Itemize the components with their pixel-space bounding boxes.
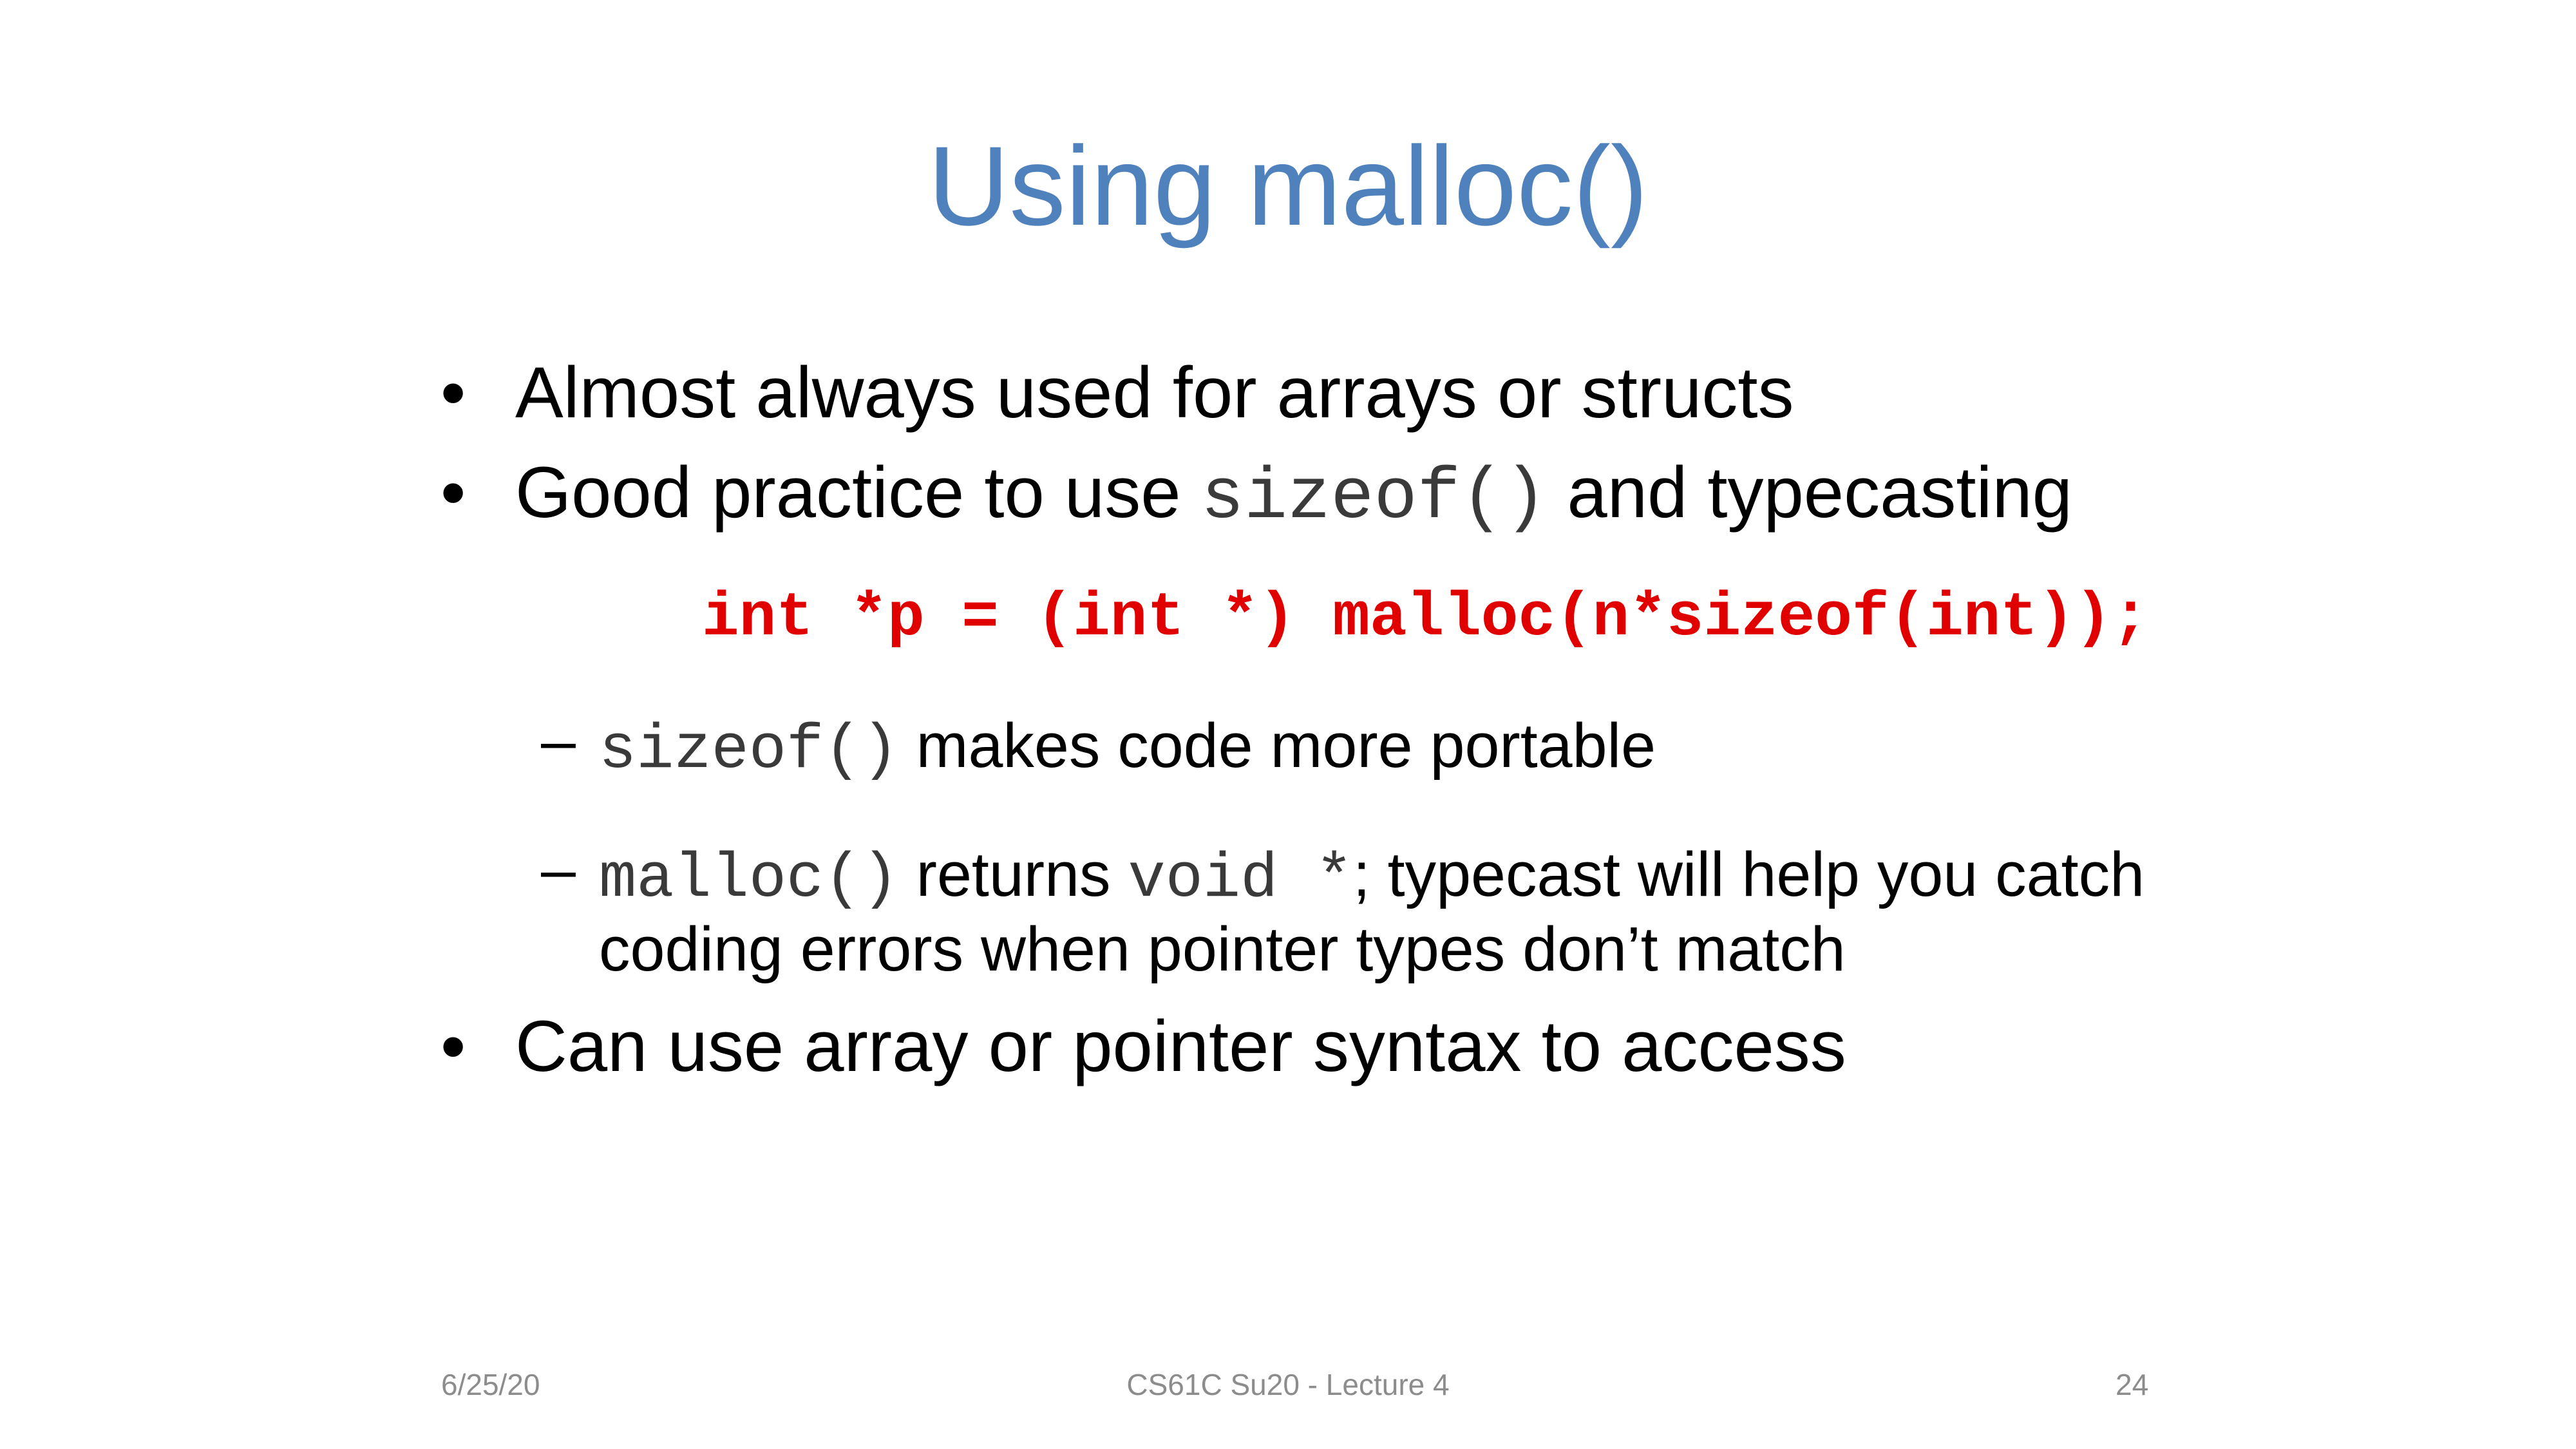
sub-bullet-2-continuation: coding errors when pointer types don’t m… [599,914,1846,984]
bullet-text-post: and typecasting [1547,452,2072,533]
bullet-dot: • [440,452,466,533]
inline-code: void * [1128,844,1353,915]
inline-code: sizeof() [1200,457,1548,539]
sub-bullet-text: malloc() returns void *; typecast will h… [599,837,2145,917]
bullet-text: Can use array or pointer syntax to acces… [515,1006,1846,1086]
sub-bullet-desc: makes code more portable [898,710,1656,781]
dash-icon: – [541,705,576,775]
sub-bullet-text: sizeof() makes code more portable [599,708,1656,788]
footer-course: CS61C Su20 - Lecture 4 [1126,1368,1450,1401]
dash-icon: – [541,834,576,904]
sub-bullet-desc: returns [898,839,1128,909]
bullet-dot: • [440,1006,466,1086]
bullet-dot: • [440,352,466,433]
footer-page-number: 24 [2116,1368,2149,1401]
code-example: int *p = (int *) malloc(n*sizeof(int)); [702,583,2149,653]
sub-bullet-desc: ; typecast will help you catch [1352,839,2145,909]
bullet-text-pre: Good practice to use [515,452,1201,533]
inline-code: sizeof() [599,715,899,786]
bullet-text: Almost always used for arrays or structs [515,352,1794,433]
slide-title: Using malloc() [927,124,1649,249]
inline-code: malloc() [599,844,899,915]
bullet-text: Good practice to use sizeof() and typeca… [515,451,2072,540]
